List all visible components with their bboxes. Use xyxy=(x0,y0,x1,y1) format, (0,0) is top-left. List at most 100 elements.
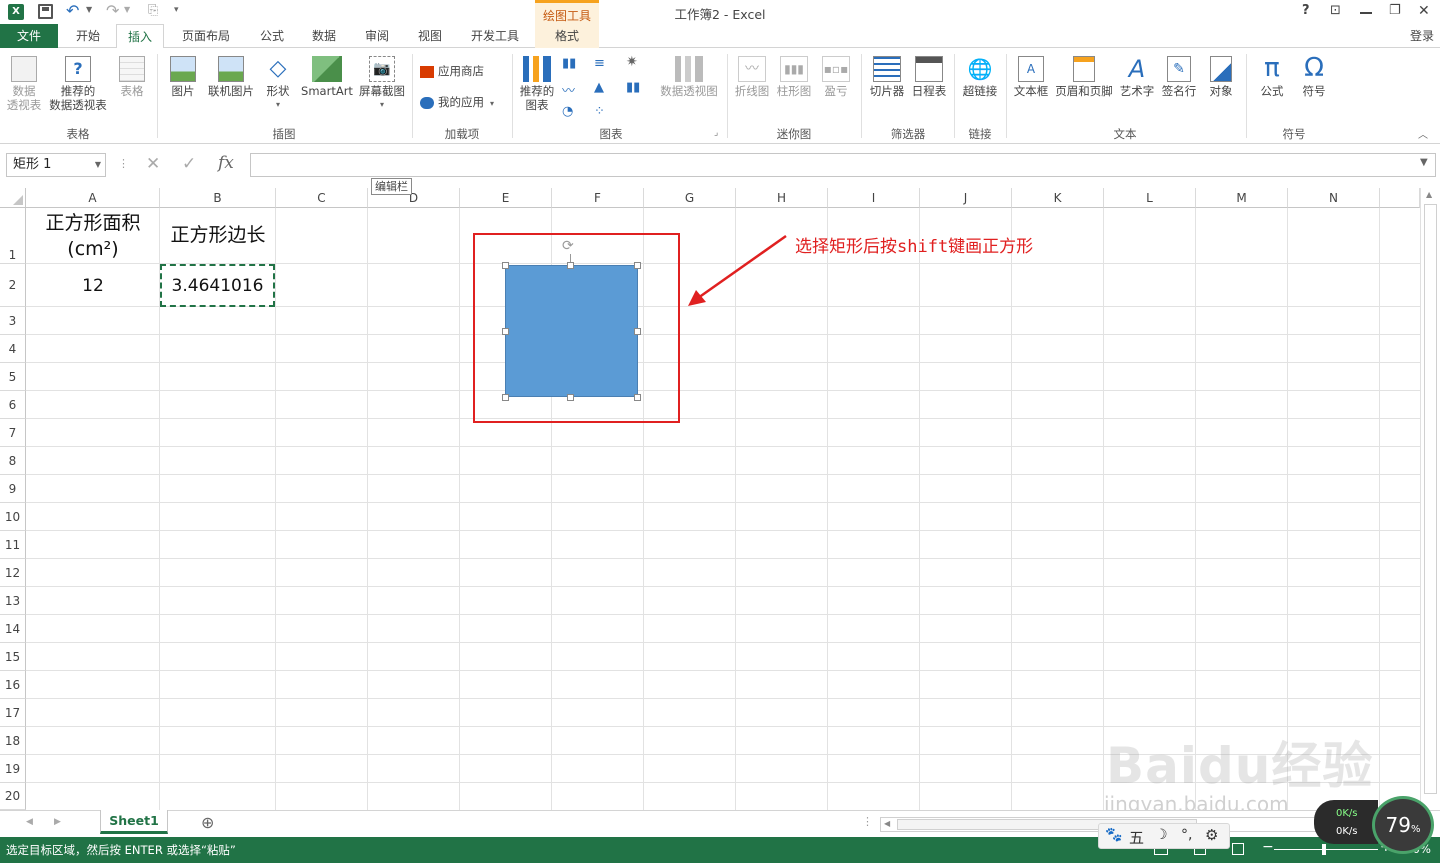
tab-split-handle-icon[interactable]: ⋮ xyxy=(862,815,873,828)
redo-dropdown-icon[interactable]: ▼ xyxy=(124,5,130,14)
tab-page-layout[interactable]: 页面布局 xyxy=(172,24,240,48)
radar-chart-icon[interactable]: ✷ xyxy=(626,54,650,70)
resize-handle[interactable] xyxy=(634,394,641,401)
row-header-11[interactable]: 11 xyxy=(0,531,26,559)
resize-handle[interactable] xyxy=(502,328,509,335)
row-header-10[interactable]: 10 xyxy=(0,503,26,531)
zoom-slider-thumb[interactable] xyxy=(1322,844,1326,855)
sheet-tab-sheet1[interactable]: Sheet1 xyxy=(100,810,168,834)
moon-icon[interactable]: ☽ xyxy=(1155,827,1168,843)
help-button[interactable]: ? xyxy=(1302,3,1310,18)
ime-mode-label[interactable]: 五 xyxy=(1129,827,1144,848)
row-header-5[interactable]: 5 xyxy=(0,363,26,391)
column-sparkline-button[interactable]: ▮▮▮ 柱形图 xyxy=(774,56,814,98)
page-break-view-icon[interactable] xyxy=(1232,843,1244,855)
resize-handle[interactable] xyxy=(502,394,509,401)
column-header-e[interactable]: E xyxy=(460,188,552,208)
zoom-slider[interactable] xyxy=(1274,844,1378,855)
selected-rectangle-shape[interactable] xyxy=(505,265,638,397)
sheet-scroll-left-icon[interactable]: ◀ xyxy=(26,817,33,827)
column-header-h[interactable]: H xyxy=(736,188,828,208)
line-chart-icon[interactable]: 〰 xyxy=(562,80,586,99)
bar-chart-icon[interactable]: ≡ xyxy=(594,56,618,72)
equation-button[interactable]: π 公式 xyxy=(1252,54,1292,98)
tab-developer[interactable]: 开发工具 xyxy=(462,24,528,48)
scroll-left-icon[interactable]: ◀ xyxy=(884,819,890,828)
select-all-corner[interactable] xyxy=(0,188,26,208)
column-header-c[interactable]: C xyxy=(276,188,368,208)
column-header-b[interactable]: B xyxy=(160,188,276,208)
row-header-9[interactable]: 9 xyxy=(0,475,26,503)
sheet-scroll-right-icon[interactable]: ▶ xyxy=(54,817,61,827)
tab-formulas[interactable]: 公式 xyxy=(250,24,294,48)
quick-access-customize-icon[interactable]: ⎘ xyxy=(148,3,158,18)
undo-icon[interactable]: ↶ xyxy=(66,1,79,20)
tab-view[interactable]: 视图 xyxy=(408,24,452,48)
slicer-button[interactable]: 切片器 xyxy=(866,56,908,98)
signature-line-button[interactable]: ✎ 签名行 xyxy=(1158,56,1200,98)
cell-a1[interactable]: 正方形面积 (cm²) xyxy=(26,208,160,264)
shapes-button[interactable]: ◇ 形状 ▾ xyxy=(260,56,296,112)
recommended-charts-button[interactable]: 推荐的 图表 xyxy=(516,56,558,112)
redo-icon[interactable]: ↷ xyxy=(106,1,119,20)
resize-handle[interactable] xyxy=(502,262,509,269)
pivot-chart-button[interactable]: 数据透视图 xyxy=(656,56,722,98)
worksheet-grid[interactable]: ABCDEFGHIJKLMN 1 2 3 4 5 6 7 8 9 10 11 12 13 14 15 16 17… xyxy=(0,188,1440,816)
row-header-7[interactable]: 7 xyxy=(0,419,26,447)
my-apps-button[interactable]: 我的应用 ▾ xyxy=(420,95,506,111)
line-sparkline-button[interactable]: 〰 折线图 xyxy=(732,56,772,98)
scroll-up-icon[interactable]: ▲ xyxy=(1426,190,1432,199)
add-sheet-button[interactable]: ⊕ xyxy=(201,813,214,832)
name-box[interactable]: 矩形 1 ▼ xyxy=(6,153,106,177)
zoom-out-icon[interactable]: − xyxy=(1262,839,1274,855)
table-button[interactable]: 表格 xyxy=(112,56,152,98)
resize-handle[interactable] xyxy=(567,262,574,269)
column-header-l[interactable]: L xyxy=(1104,188,1196,208)
smartart-button[interactable]: SmartArt xyxy=(298,56,356,98)
column-chart-icon[interactable]: ▮▮ xyxy=(562,56,586,72)
row-header-13[interactable]: 13 xyxy=(0,587,26,615)
enter-icon[interactable]: ✓ xyxy=(182,154,196,174)
tab-review[interactable]: 审阅 xyxy=(355,24,399,48)
charts-dialog-launcher-icon[interactable]: ⌟ xyxy=(714,128,718,138)
qat-more-icon[interactable]: ▾ xyxy=(174,5,179,15)
tab-data[interactable]: 数据 xyxy=(302,24,346,48)
minimize-button[interactable] xyxy=(1360,12,1372,14)
row-header-1[interactable]: 1 xyxy=(0,208,26,264)
tab-format[interactable]: 格式 xyxy=(535,24,599,48)
header-footer-button[interactable]: 页眉和页脚 xyxy=(1052,56,1116,98)
cell-b1[interactable]: 正方形边长 xyxy=(160,220,276,247)
row-header-12[interactable]: 12 xyxy=(0,559,26,587)
name-box-dropdown-icon[interactable]: ▼ xyxy=(95,154,101,176)
recommended-pivot-button[interactable]: ? 推荐的 数据透视表 xyxy=(46,56,110,112)
pie-chart-icon[interactable]: ◔ xyxy=(562,104,586,120)
wordart-button[interactable]: A 艺术字 xyxy=(1116,56,1158,98)
row-header-16[interactable]: 16 xyxy=(0,671,26,699)
row-header-2[interactable]: 2 xyxy=(0,264,26,307)
column-header-n[interactable]: N xyxy=(1288,188,1380,208)
screenshot-button[interactable]: 📷 屏幕截图 ▾ xyxy=(356,56,408,112)
scatter-chart-icon[interactable]: ⁘ xyxy=(594,104,618,120)
cancel-icon[interactable]: ✕ xyxy=(146,154,160,174)
expand-formula-bar-icon[interactable]: ▼ xyxy=(1420,157,1428,168)
resize-handle[interactable] xyxy=(634,262,641,269)
vertical-scroll-thumb[interactable] xyxy=(1424,204,1437,794)
cell-a2[interactable]: 12 xyxy=(26,276,160,296)
winloss-sparkline-button[interactable]: ▪▫▪ 盈亏 xyxy=(816,56,856,98)
row-header-8[interactable]: 8 xyxy=(0,447,26,475)
formula-input[interactable] xyxy=(250,153,1436,177)
resize-handle[interactable] xyxy=(567,394,574,401)
ime-settings-icon[interactable]: ⚙ xyxy=(1205,826,1218,844)
tab-insert[interactable]: 插入 xyxy=(116,24,164,49)
collapse-ribbon-icon[interactable]: ︿ xyxy=(1418,126,1428,141)
ribbon-display-options-button[interactable]: ⊡ xyxy=(1330,3,1341,18)
online-pictures-button[interactable]: 联机图片 xyxy=(204,56,258,98)
column-header-g[interactable]: G xyxy=(644,188,736,208)
tab-home[interactable]: 开始 xyxy=(64,24,112,48)
paw-icon[interactable]: 🐾 xyxy=(1105,827,1122,843)
row-header-17[interactable]: 17 xyxy=(0,699,26,727)
cell-b2[interactable]: 3.4641016 xyxy=(160,264,275,307)
close-button[interactable]: ✕ xyxy=(1418,3,1430,19)
column-header-f[interactable]: F xyxy=(552,188,644,208)
area-chart-icon[interactable]: ▲ xyxy=(594,80,618,96)
